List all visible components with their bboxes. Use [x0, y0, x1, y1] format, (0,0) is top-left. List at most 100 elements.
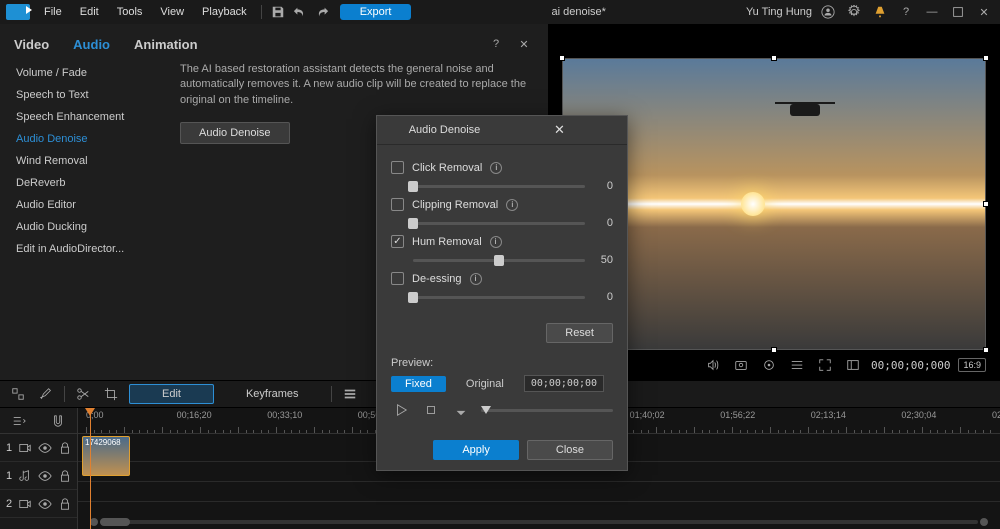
- sidebar-item-denoise[interactable]: Audio Denoise: [12, 128, 172, 150]
- checkbox-de-essing[interactable]: [391, 272, 404, 285]
- resize-handle[interactable]: [983, 347, 989, 353]
- gear-icon[interactable]: [844, 2, 864, 22]
- close-button[interactable]: Close: [527, 440, 613, 460]
- help-icon[interactable]: ?: [896, 2, 916, 22]
- preview-slider[interactable]: [481, 409, 613, 412]
- save-icon[interactable]: [268, 2, 288, 22]
- grid-icon[interactable]: [787, 355, 807, 375]
- menubar: File Edit Tools View Playback Export ai …: [0, 0, 1000, 24]
- player-timecode: 00;00;00;000: [871, 359, 950, 372]
- user-icon[interactable]: [818, 2, 838, 22]
- preview-tab-fixed[interactable]: Fixed: [391, 376, 446, 392]
- track-menu-icon[interactable]: [9, 411, 29, 431]
- resize-handle[interactable]: [983, 55, 989, 61]
- track-number: 2: [6, 498, 12, 510]
- slider-0[interactable]: [413, 185, 585, 188]
- slider-value: 50: [593, 254, 613, 266]
- sidebar-item-enhance[interactable]: Speech Enhancement: [12, 106, 172, 128]
- sidebar-item-stt[interactable]: Speech to Text: [12, 84, 172, 106]
- track-lock-icon[interactable]: [58, 494, 72, 514]
- slider-1[interactable]: [413, 222, 585, 225]
- maximize-icon[interactable]: [948, 2, 968, 22]
- sidebar-item-volume[interactable]: Volume / Fade: [12, 62, 172, 84]
- track-type-icon: [18, 494, 32, 514]
- track-head: 1: [0, 462, 77, 490]
- dialog-close-icon[interactable]: ✕: [502, 122, 617, 138]
- preview-label: Preview:: [391, 357, 613, 369]
- select-tool-icon[interactable]: [8, 384, 28, 404]
- crop-tool-icon[interactable]: [101, 384, 121, 404]
- info-icon[interactable]: i: [470, 273, 482, 285]
- track-number: 1: [6, 470, 12, 482]
- sidebar-item-ducking[interactable]: Audio Ducking: [12, 216, 172, 238]
- slider-3[interactable]: [413, 296, 585, 299]
- export-button[interactable]: Export: [340, 4, 412, 20]
- slider-value: 0: [593, 291, 613, 303]
- preview-tab-original[interactable]: Original: [452, 376, 518, 392]
- timeline-scrollbar[interactable]: [78, 517, 1000, 527]
- tab-animation[interactable]: Animation: [134, 37, 198, 52]
- undo-icon[interactable]: [290, 2, 310, 22]
- preview-vol-icon[interactable]: [451, 400, 471, 420]
- sidebar-item-audiodirector[interactable]: Edit in AudioDirector...: [12, 238, 172, 260]
- close-icon[interactable]: ✕: [974, 2, 994, 22]
- brush-tool-icon[interactable]: [36, 384, 56, 404]
- fullscreen-icon[interactable]: [843, 355, 863, 375]
- checkbox-hum-removal[interactable]: [391, 235, 404, 248]
- fit-icon[interactable]: [815, 355, 835, 375]
- sidebar-item-editor[interactable]: Audio Editor: [12, 194, 172, 216]
- more-tools-icon[interactable]: [340, 384, 360, 404]
- effect-description: The AI based restoration assistant detec…: [180, 62, 528, 108]
- menu-view[interactable]: View: [152, 4, 192, 20]
- option-label: De-essing: [412, 273, 462, 285]
- checkbox-clipping-removal[interactable]: [391, 198, 404, 211]
- notify-icon[interactable]: [870, 2, 890, 22]
- info-icon[interactable]: i: [490, 162, 502, 174]
- snapshot-icon[interactable]: [731, 355, 751, 375]
- menu-edit[interactable]: Edit: [72, 4, 107, 20]
- volume-icon[interactable]: [703, 355, 723, 375]
- preview-scrubber[interactable]: [562, 32, 986, 38]
- ruler-mark: 00;16;20: [177, 410, 212, 420]
- tab-audio[interactable]: Audio: [73, 37, 110, 52]
- track-visible-icon[interactable]: [38, 466, 52, 486]
- reset-button[interactable]: Reset: [546, 323, 613, 343]
- preview-stop-icon[interactable]: [421, 400, 441, 420]
- menu-file[interactable]: File: [36, 4, 70, 20]
- checkbox-click-removal[interactable]: [391, 161, 404, 174]
- keyframes-mode-button[interactable]: Keyframes: [222, 385, 323, 403]
- quality-icon[interactable]: [759, 355, 779, 375]
- track-head: 2: [0, 490, 77, 518]
- menu-playback[interactable]: Playback: [194, 4, 255, 20]
- info-icon[interactable]: i: [506, 199, 518, 211]
- redo-icon[interactable]: [312, 2, 332, 22]
- menu-tools[interactable]: Tools: [109, 4, 151, 20]
- magnet-icon[interactable]: [48, 411, 68, 431]
- playhead[interactable]: [90, 408, 91, 529]
- aspect-ratio[interactable]: 16:9: [958, 358, 986, 372]
- resize-handle[interactable]: [983, 201, 989, 207]
- panel-close-icon[interactable]: ✕: [514, 34, 534, 54]
- sidebar-item-dereverb[interactable]: DeReverb: [12, 172, 172, 194]
- track-visible-icon[interactable]: [38, 438, 52, 458]
- audio-denoise-button[interactable]: Audio Denoise: [180, 122, 290, 144]
- effects-sidebar: Volume / Fade Speech to Text Speech Enha…: [12, 62, 172, 368]
- tab-video[interactable]: Video: [14, 37, 49, 52]
- preview-play-icon[interactable]: [391, 400, 411, 420]
- track-lock-icon[interactable]: [58, 466, 72, 486]
- resize-handle[interactable]: [771, 55, 777, 61]
- cut-tool-icon[interactable]: [73, 384, 93, 404]
- info-icon[interactable]: i: [490, 236, 502, 248]
- app-logo[interactable]: [6, 4, 30, 20]
- track-lock-icon[interactable]: [58, 438, 72, 458]
- track-visible-icon[interactable]: [38, 494, 52, 514]
- resize-handle[interactable]: [559, 55, 565, 61]
- resize-handle[interactable]: [771, 347, 777, 353]
- slider-2[interactable]: [413, 259, 585, 262]
- apply-button[interactable]: Apply: [433, 440, 519, 460]
- edit-mode-button[interactable]: Edit: [129, 384, 214, 404]
- sidebar-item-wind[interactable]: Wind Removal: [12, 150, 172, 172]
- panel-help-icon[interactable]: ?: [486, 34, 506, 54]
- video-track-2[interactable]: [78, 482, 1000, 502]
- minimize-icon[interactable]: —: [922, 2, 942, 22]
